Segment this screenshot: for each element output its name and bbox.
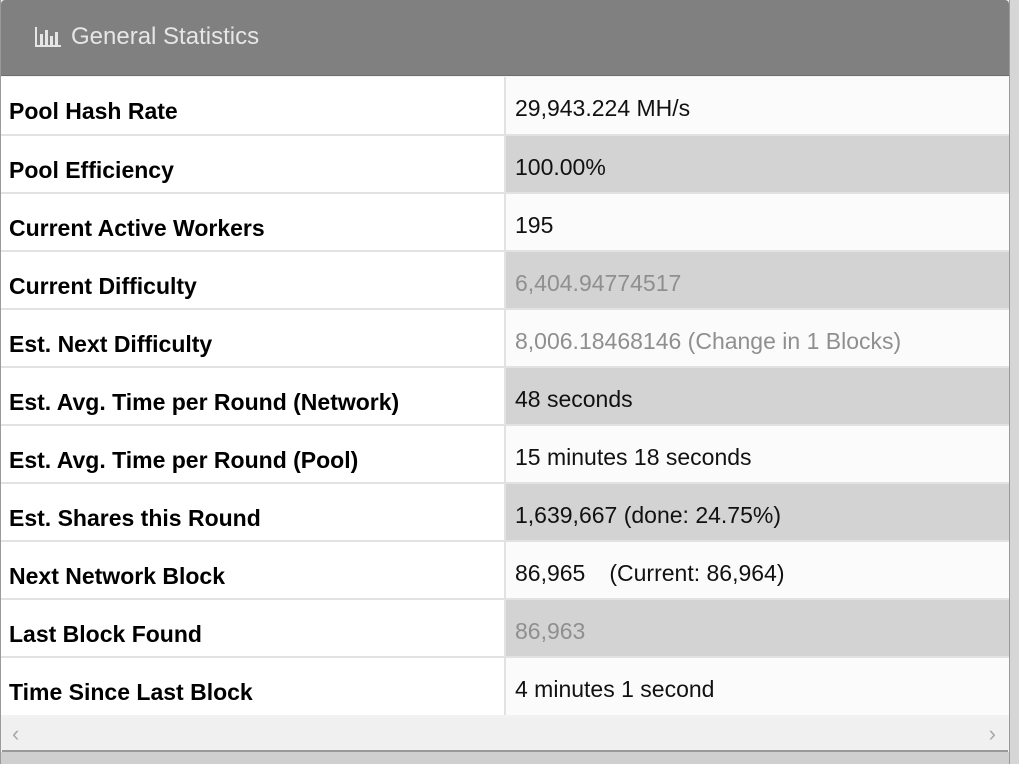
table-row: Last Block Found 86,963 bbox=[1, 599, 1009, 658]
stat-value: 8,006.18468146 (Change in 1 Blocks) bbox=[505, 309, 1009, 368]
table-row: Pool Hash Rate 29,943.224 MH/s bbox=[1, 77, 1009, 136]
table-row: Pool Efficiency 100.00% bbox=[1, 135, 1009, 194]
table-row: Est. Shares this Round 1,639,667 (done: … bbox=[1, 483, 1009, 542]
stat-label: Est. Avg. Time per Round (Pool) bbox=[1, 425, 506, 484]
stat-value: 1,639,667 (done: 24.75%) bbox=[505, 483, 1009, 542]
current-block-number: (Current: 86,964) bbox=[609, 560, 785, 586]
stat-label: Last Block Found bbox=[1, 599, 506, 658]
horizontal-scrollbar[interactable]: ‹ › bbox=[2, 718, 1008, 752]
stats-table: Pool Hash Rate 29,943.224 MH/s Pool Effi… bbox=[1, 77, 1009, 715]
table-row: Current Difficulty 6,404.94774517 bbox=[1, 251, 1009, 310]
panel-header: General Statistics bbox=[1, 0, 1009, 76]
table-row: Time Since Last Block 4 minutes 1 second bbox=[1, 657, 1009, 715]
stat-value: 48 seconds bbox=[505, 367, 1009, 426]
next-block-number: 86,965 bbox=[515, 560, 586, 586]
stat-label: Time Since Last Block bbox=[1, 657, 506, 715]
stat-value: 4 minutes 1 second bbox=[505, 657, 1009, 715]
stat-value: 86,963 bbox=[505, 599, 1009, 658]
table-row: Est. Avg. Time per Round (Network) 48 se… bbox=[1, 367, 1009, 426]
general-statistics-panel: General Statistics Pool Hash Rate 29,943… bbox=[0, 0, 1010, 764]
stat-label: Current Difficulty bbox=[1, 251, 506, 310]
panel-title: General Statistics bbox=[71, 23, 260, 50]
stat-value: 100.00% bbox=[505, 135, 1009, 194]
stat-value: 15 minutes 18 seconds bbox=[505, 425, 1009, 484]
stat-label: Est. Shares this Round bbox=[1, 483, 506, 542]
table-row: Est. Next Difficulty 8,006.18468146 (Cha… bbox=[1, 309, 1009, 368]
stat-value: 6,404.94774517 bbox=[505, 251, 1009, 310]
stat-label: Pool Hash Rate bbox=[1, 77, 506, 136]
stat-label: Current Active Workers bbox=[1, 193, 506, 252]
panel-title-wrap: General Statistics bbox=[34, 22, 259, 52]
panel-footer bbox=[1, 752, 1009, 764]
stat-value: 86,965 (Current: 86,964) bbox=[505, 541, 1009, 600]
table-row: Current Active Workers 195 bbox=[1, 193, 1009, 252]
table-row: Next Network Block 86,965 (Current: 86,96… bbox=[1, 541, 1009, 600]
stat-label: Pool Efficiency bbox=[1, 135, 506, 194]
stat-value: 29,943.224 MH/s bbox=[505, 77, 1009, 136]
bar-chart-icon bbox=[35, 27, 61, 47]
stat-label: Next Network Block bbox=[1, 541, 506, 600]
stat-label: Est. Next Difficulty bbox=[1, 309, 506, 368]
table-row: Est. Avg. Time per Round (Pool) 15 minut… bbox=[1, 425, 1009, 484]
stat-value: 195 bbox=[505, 193, 1009, 252]
scroll-right-arrow-icon[interactable]: › bbox=[989, 723, 996, 745]
stat-label: Est. Avg. Time per Round (Network) bbox=[1, 367, 506, 426]
scroll-left-arrow-icon[interactable]: ‹ bbox=[12, 723, 19, 745]
